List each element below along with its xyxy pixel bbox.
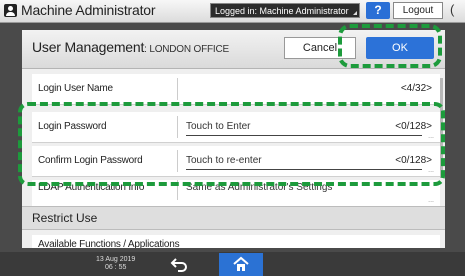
login-user-name-row[interactable]: Login User Name <4/32> [32, 74, 440, 105]
password-fields-highlight [18, 102, 445, 186]
help-button[interactable]: ? [366, 2, 390, 19]
status-icon[interactable]: ( [450, 2, 454, 17]
date-text: 13 Aug 2019 [96, 256, 136, 263]
row-divider [177, 78, 178, 100]
corner-triangle-icon [353, 11, 357, 15]
back-arrow-icon[interactable] [170, 256, 188, 272]
time-text: 06 : 55 [104, 264, 127, 271]
ok-highlight [338, 24, 442, 68]
char-count: <4/32> [400, 83, 432, 94]
home-icon [233, 256, 249, 271]
logged-in-indicator[interactable]: Logged in: Machine Administrator [210, 3, 360, 18]
home-button[interactable] [219, 253, 263, 276]
user-icon [4, 4, 17, 17]
row-label: Login User Name [38, 83, 113, 94]
panel-subtitle: : LONDON OFFICE [144, 44, 229, 55]
logout-button[interactable]: Logout [393, 2, 443, 19]
restrict-use-section: Restrict Use [22, 206, 445, 230]
panel-title: User Management: LONDON OFFICE [32, 39, 229, 55]
screen-title: Machine Administrator [21, 2, 156, 18]
top-bar: Machine Administrator Logged in: Machine… [0, 0, 465, 23]
row-label: Available Functions / Applications [38, 239, 180, 248]
more-dots-icon: ... [428, 197, 434, 204]
logged-in-text: Logged in: Machine Administrator [215, 6, 349, 16]
datetime: 13 Aug 2019 06 : 55 [96, 256, 135, 272]
panel-title-text: User Management [32, 39, 145, 55]
section-title: Restrict Use [32, 211, 98, 225]
available-functions-row[interactable]: Available Functions / Applications [32, 235, 440, 248]
